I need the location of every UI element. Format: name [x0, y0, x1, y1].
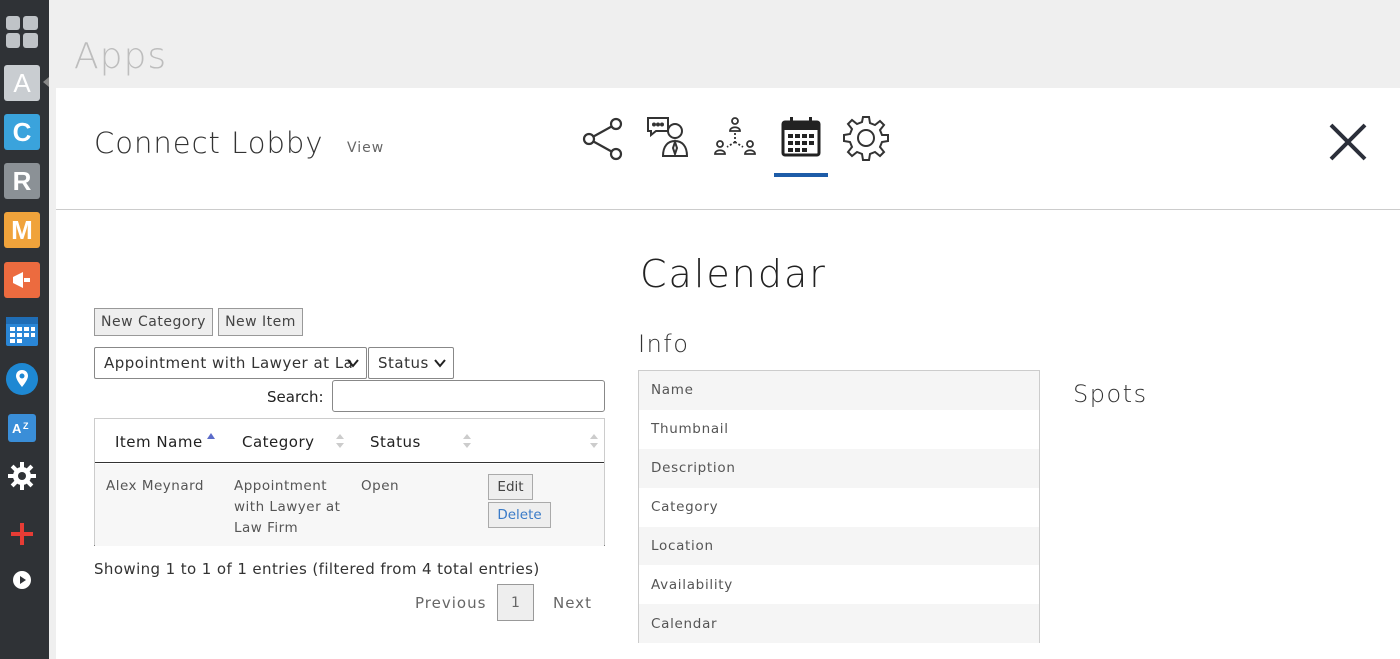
dashboard-icon[interactable]: [4, 14, 40, 50]
category-cell: Appointment with Lawyer at Law Firm: [234, 478, 341, 536]
location-pin-icon[interactable]: [4, 361, 40, 397]
page-number-button[interactable]: 1: [497, 584, 534, 621]
app-panel: Connect Lobby View New Category New Item…: [56, 88, 1400, 659]
settings-icon[interactable]: [4, 458, 40, 494]
sort-both-icon[interactable]: [463, 433, 471, 449]
info-title: Info: [638, 330, 690, 358]
app-c-icon[interactable]: C: [4, 114, 40, 150]
collapse-arrow-icon[interactable]: [43, 77, 49, 87]
info-fields-list: Name Thumbnail Description Category Loca…: [638, 370, 1040, 644]
app-a-icon[interactable]: A: [4, 65, 40, 101]
previous-page-button[interactable]: Previous: [415, 594, 486, 612]
share-icon[interactable]: [580, 114, 628, 162]
app-m-icon[interactable]: M: [4, 212, 40, 248]
spots-title: Spots: [1073, 380, 1148, 408]
new-category-button[interactable]: New Category: [94, 308, 213, 336]
item-name-cell: Alex Meynard: [106, 478, 204, 494]
info-field-availability[interactable]: Availability: [639, 565, 1039, 604]
items-table: Item Name Category Status Alex Meynard A…: [94, 418, 605, 546]
play-icon[interactable]: [4, 562, 40, 598]
page-title: Apps: [74, 36, 168, 77]
status-filter-select[interactable]: Status: [368, 347, 454, 379]
info-field-name[interactable]: Name: [639, 371, 1039, 410]
app-name: Connect Lobby: [94, 126, 324, 160]
new-item-button[interactable]: New Item: [218, 308, 303, 336]
sort-ascending-icon[interactable]: [207, 432, 215, 448]
category-filter-value: Appointment with Lawyer at La: [104, 354, 354, 372]
edit-button[interactable]: Edit: [488, 474, 533, 500]
active-tab-indicator: [774, 173, 828, 177]
info-field-category[interactable]: Category: [639, 488, 1039, 527]
add-icon[interactable]: [4, 516, 40, 552]
search-label: Search:: [267, 388, 324, 406]
calendar-app-icon[interactable]: [4, 312, 40, 348]
sort-both-icon[interactable]: [336, 433, 344, 449]
table-header: Item Name Category Status: [95, 419, 604, 463]
network-people-icon[interactable]: [711, 114, 759, 162]
table-info: Showing 1 to 1 of 1 entries (filtered fr…: [94, 560, 540, 578]
svg-text:A: A: [12, 421, 22, 436]
close-button[interactable]: [1326, 120, 1370, 164]
calendar-title: Calendar: [640, 252, 827, 296]
chevron-down-icon: [434, 359, 446, 368]
chat-person-icon[interactable]: [644, 114, 692, 162]
chevron-down-icon: [347, 359, 359, 368]
status-cell: Open: [361, 478, 400, 494]
column-header-item-name[interactable]: Item Name: [115, 433, 203, 451]
megaphone-icon[interactable]: [4, 262, 40, 298]
gear-icon[interactable]: [842, 114, 890, 162]
column-header-status[interactable]: Status: [370, 433, 421, 451]
app-r-icon[interactable]: R: [4, 163, 40, 199]
calendar-icon[interactable]: [777, 114, 825, 162]
next-page-button[interactable]: Next: [553, 594, 592, 612]
info-field-calendar[interactable]: Calendar: [639, 604, 1039, 644]
column-header-category[interactable]: Category: [242, 433, 315, 451]
view-link[interactable]: View: [347, 140, 384, 156]
search-input[interactable]: [332, 380, 605, 412]
app-rail: A C R M AZ: [0, 0, 49, 659]
status-filter-value: Status: [378, 354, 429, 372]
sort-both-icon[interactable]: [590, 433, 598, 449]
info-field-location[interactable]: Location: [639, 526, 1039, 566]
header-divider: [56, 209, 1400, 210]
info-field-description[interactable]: Description: [639, 448, 1039, 488]
delete-button[interactable]: Delete: [488, 502, 551, 528]
info-field-thumbnail[interactable]: Thumbnail: [639, 410, 1039, 449]
category-filter-select[interactable]: Appointment with Lawyer at La: [94, 347, 367, 379]
table-row: Alex Meynard Appointment with Lawyer at …: [95, 464, 604, 546]
translate-icon[interactable]: AZ: [4, 410, 40, 446]
svg-text:Z: Z: [23, 421, 29, 431]
